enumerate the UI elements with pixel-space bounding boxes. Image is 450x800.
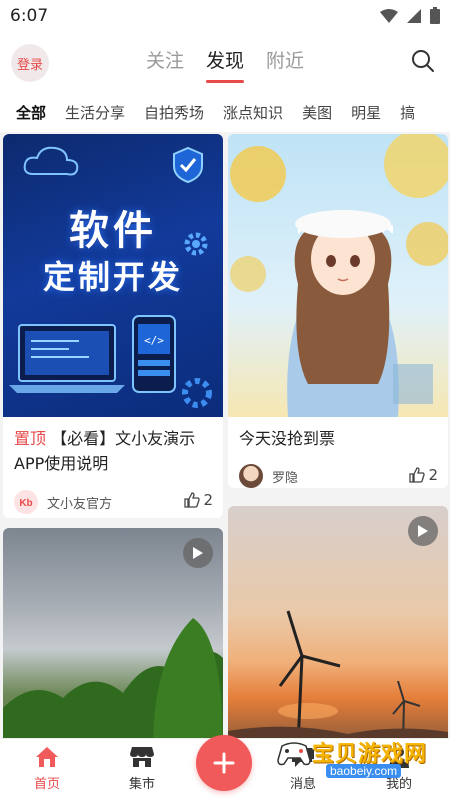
poster-image: 软件 定制开发 </> bbox=[3, 134, 223, 417]
tab-following[interactable]: 关注 bbox=[146, 46, 184, 83]
watermark: 宝贝游戏网 baobeiy.com bbox=[276, 736, 436, 784]
category-funny[interactable]: 搞 bbox=[400, 102, 415, 123]
svg-text:Kb: Kb bbox=[19, 498, 32, 509]
cloud-icon bbox=[23, 146, 79, 176]
thumb-up-icon bbox=[409, 467, 426, 483]
pinned-badge: 置顶 bbox=[14, 429, 47, 448]
nav-market[interactable]: 集市 bbox=[107, 745, 177, 792]
poster-title-line2: 定制开发 bbox=[42, 258, 183, 296]
status-icons bbox=[380, 7, 440, 24]
category-bar: 全部 生活分享 自拍秀场 涨点知识 美图 明星 搞 bbox=[0, 92, 450, 132]
anime-girl-picture bbox=[230, 134, 448, 417]
author-name: 文小友官方 bbox=[47, 496, 113, 512]
nav-home-label: 首页 bbox=[33, 777, 60, 792]
feed-card[interactable] bbox=[228, 506, 448, 738]
like-button[interactable]: 2 bbox=[409, 466, 438, 484]
thumb-up-icon bbox=[184, 492, 201, 508]
poster-title-line1: 软件 bbox=[69, 208, 157, 254]
gear-icon bbox=[182, 378, 212, 408]
card-author[interactable]: 罗隐 bbox=[239, 464, 298, 488]
home-icon bbox=[36, 747, 58, 767]
category-pictures[interactable]: 美图 bbox=[302, 102, 332, 123]
feed-grid: 软件 定制开发 </> 置顶 【必看】文小友演示APP使用说明 Kb 文小友官方… bbox=[0, 132, 450, 738]
feed-card[interactable] bbox=[3, 528, 223, 738]
laptop-icon bbox=[9, 324, 125, 393]
tab-nearby[interactable]: 附近 bbox=[266, 46, 304, 83]
shield-icon bbox=[173, 146, 203, 184]
create-post-button[interactable] bbox=[196, 735, 252, 791]
svg-text:</>: </> bbox=[144, 334, 164, 347]
nav-market-label: 集市 bbox=[128, 777, 155, 792]
illustration-image bbox=[228, 134, 448, 417]
top-bar: 登录 关注 发现 附近 bbox=[0, 32, 450, 92]
gamepad-icon bbox=[277, 742, 311, 766]
plus-icon bbox=[213, 752, 235, 774]
feed-tabs: 关注 发现 附近 bbox=[0, 46, 450, 83]
category-life[interactable]: 生活分享 bbox=[65, 102, 125, 123]
category-all[interactable]: 全部 bbox=[16, 102, 46, 123]
like-count: 2 bbox=[428, 466, 438, 484]
play-icon bbox=[418, 525, 428, 537]
video-thumbnail bbox=[3, 528, 223, 738]
category-stars[interactable]: 明星 bbox=[351, 102, 381, 123]
search-icon[interactable] bbox=[410, 48, 436, 74]
feed-card[interactable]: 今天没抢到票 罗隐 2 bbox=[228, 134, 448, 488]
wifi-icon bbox=[380, 8, 398, 23]
card-title: 今天没抢到票 bbox=[239, 429, 336, 448]
author-name: 罗隐 bbox=[272, 470, 299, 486]
play-button[interactable] bbox=[183, 538, 213, 568]
avatar bbox=[239, 464, 263, 488]
signal-icon bbox=[407, 8, 421, 23]
play-button[interactable] bbox=[408, 516, 438, 546]
category-knowledge[interactable]: 涨点知识 bbox=[223, 102, 283, 123]
like-count: 2 bbox=[203, 491, 213, 509]
status-time: 6:07 bbox=[10, 6, 49, 26]
category-selfie[interactable]: 自拍秀场 bbox=[144, 102, 204, 123]
nav-home[interactable]: 首页 bbox=[12, 745, 82, 792]
like-button[interactable]: 2 bbox=[184, 491, 213, 509]
tab-discover[interactable]: 发现 bbox=[206, 46, 244, 83]
play-icon bbox=[193, 547, 203, 559]
store-icon bbox=[130, 747, 154, 767]
watermark-url: baobeiy.com bbox=[326, 764, 402, 778]
status-bar: 6:07 bbox=[0, 0, 450, 32]
battery-icon bbox=[430, 7, 440, 24]
card-title: 置顶 【必看】文小友演示APP使用说明 bbox=[14, 426, 215, 476]
card-author[interactable]: Kb 文小友官方 bbox=[14, 490, 112, 514]
video-thumbnail bbox=[228, 506, 448, 738]
avatar: Kb bbox=[14, 490, 38, 514]
feed-card[interactable]: 软件 定制开发 </> 置顶 【必看】文小友演示APP使用说明 Kb 文小友官方… bbox=[3, 134, 223, 518]
phone-icon: </> bbox=[132, 315, 176, 393]
